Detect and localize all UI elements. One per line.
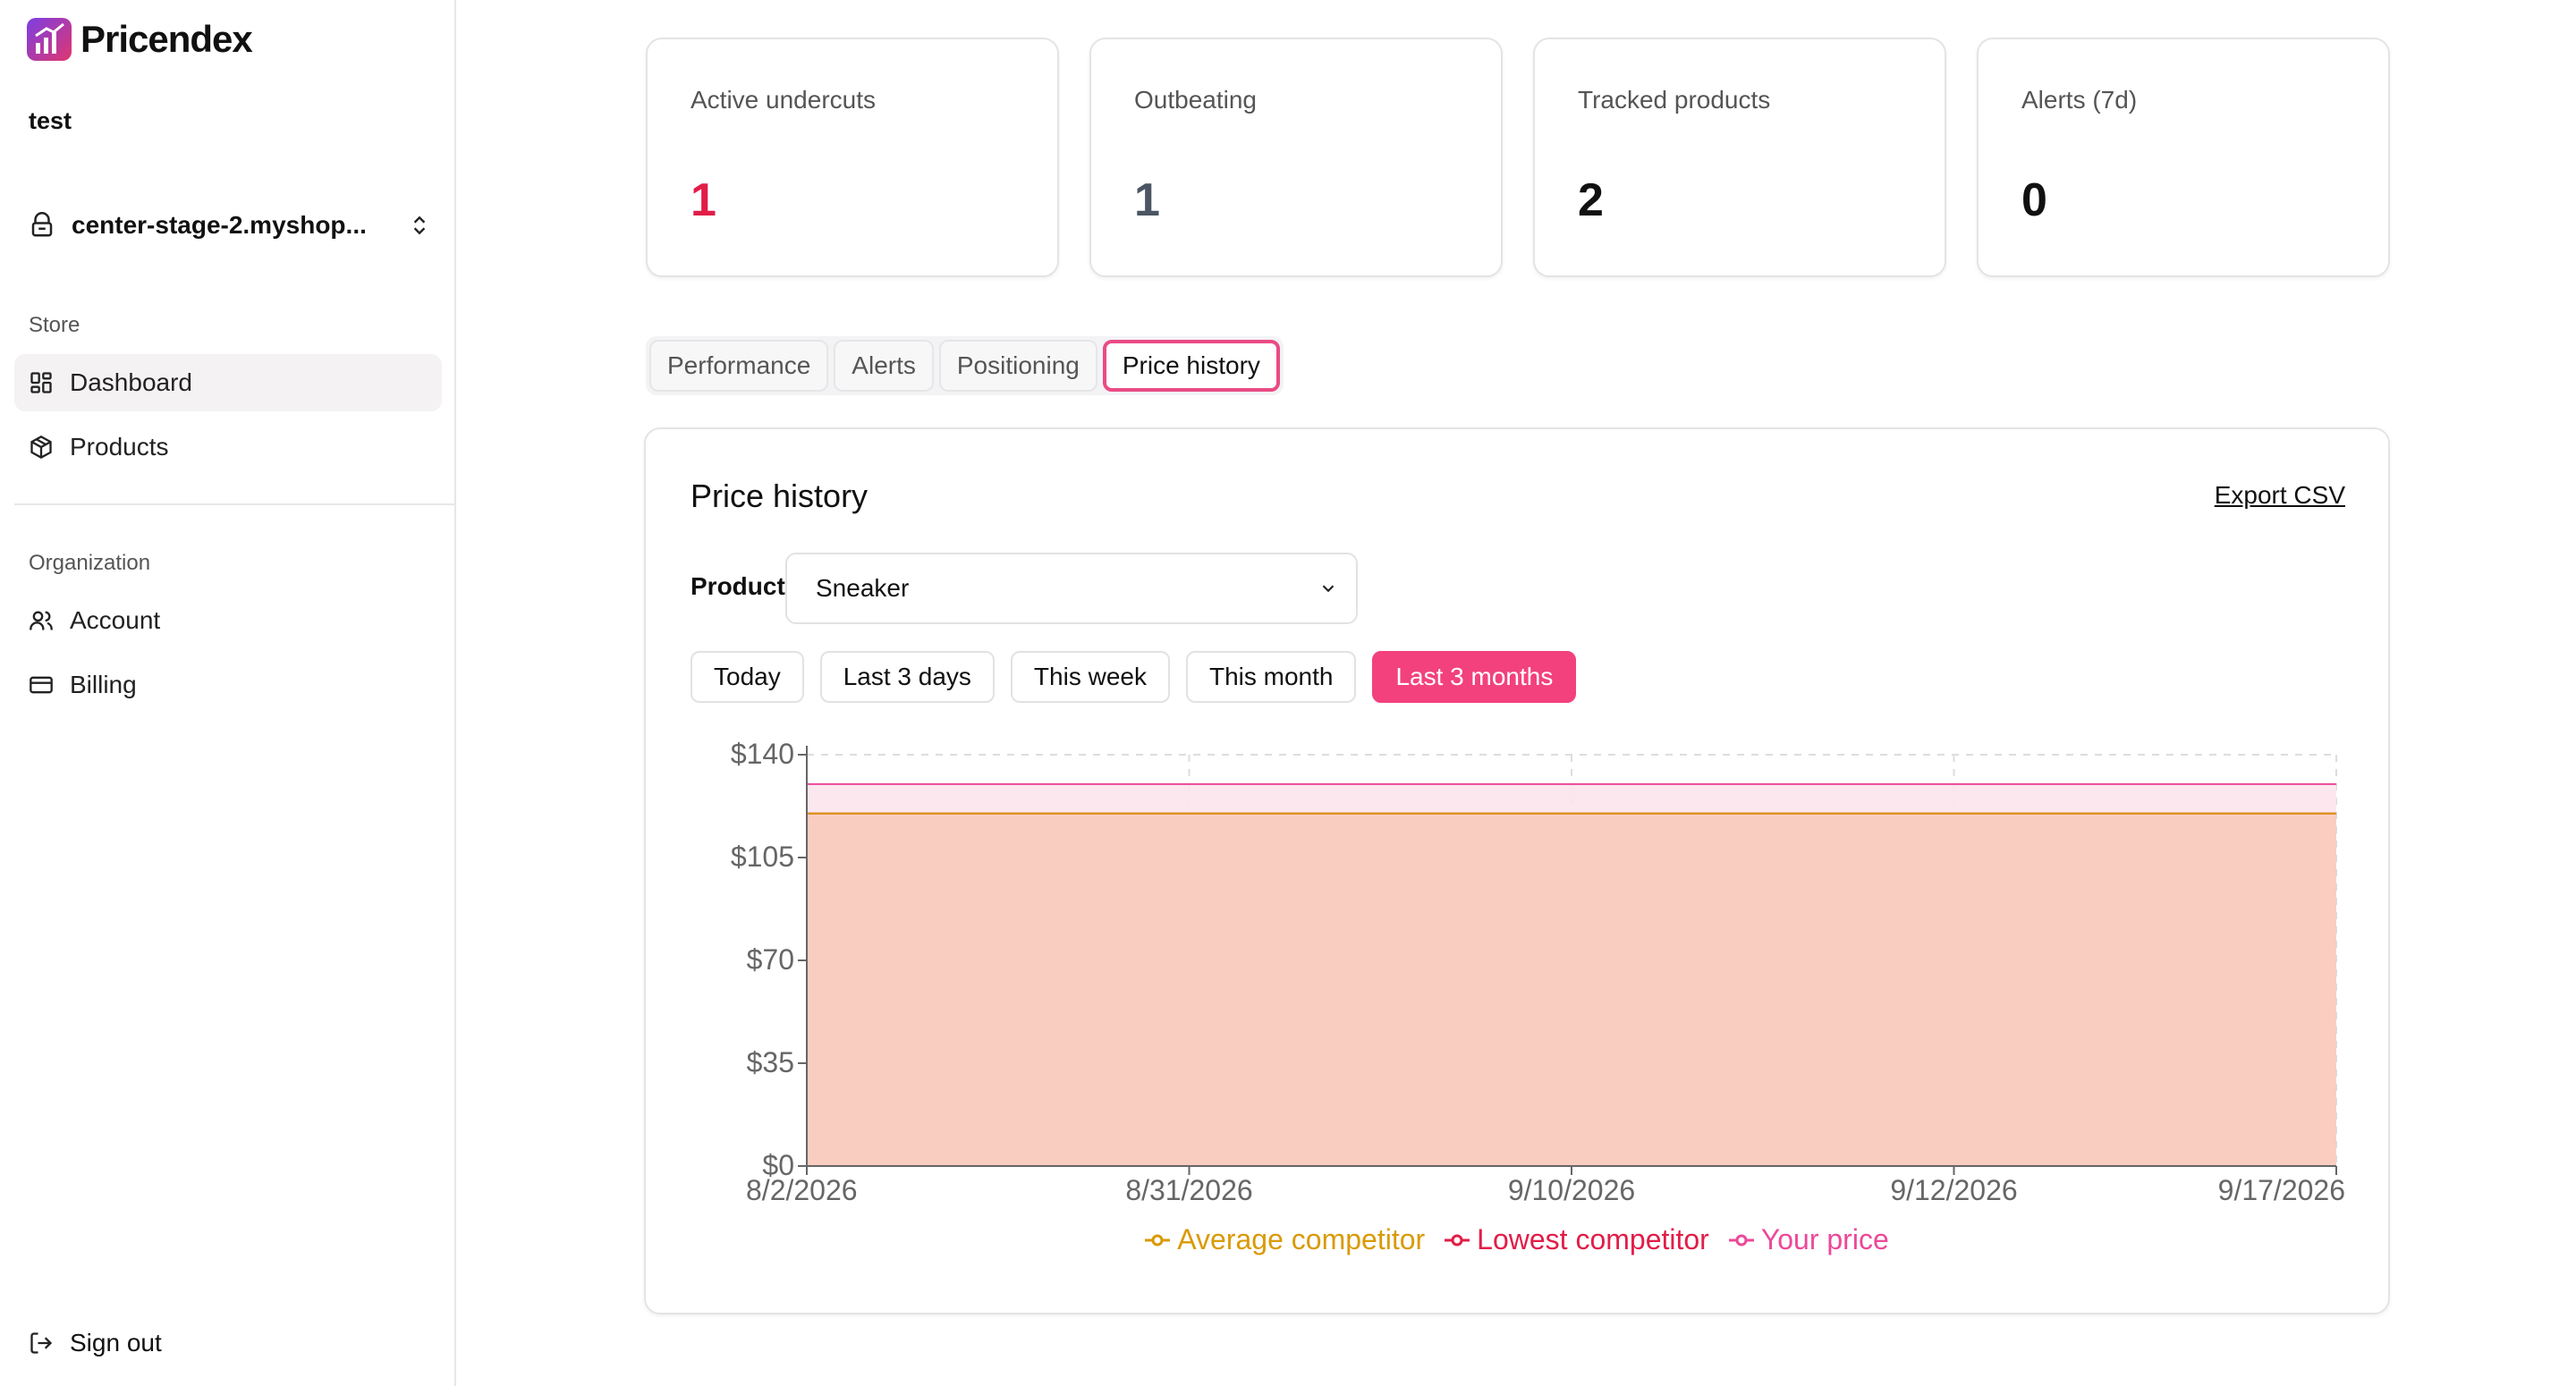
- stat-value: 1: [691, 174, 716, 226]
- store-name: center-stage-2.myshop...: [72, 211, 367, 239]
- logo-icon: [27, 18, 72, 61]
- store-lock-icon: [29, 212, 55, 239]
- price-history-chart: $0$35$70$105$1408/2/2026 8/31/2026 9/10/20…: [731, 738, 2345, 1206]
- organization-section-label: Organization: [29, 551, 151, 575]
- stat-card-alerts-7d: Alerts (7d) 0: [1977, 38, 2390, 277]
- legend-marker-icon: [1728, 1233, 1754, 1247]
- logo[interactable]: Pricendex: [27, 18, 253, 61]
- store-switcher[interactable]: center-stage-2.myshop...: [29, 206, 431, 245]
- stat-value: 0: [2021, 174, 2047, 226]
- x-tick-label: 8/2/2026: [746, 1174, 858, 1206]
- dashboard-tabs: Performance Alerts Positioning Price his…: [646, 336, 1284, 395]
- log-out-icon: [29, 1331, 54, 1356]
- stat-label: Outbeating: [1134, 86, 1257, 114]
- tab-price-history[interactable]: Price history: [1102, 340, 1280, 392]
- stat-label: Active undercuts: [691, 86, 876, 114]
- tab-positioning[interactable]: Positioning: [938, 340, 1097, 392]
- store-section-label: Store: [29, 313, 80, 337]
- legend-marker-icon: [1145, 1233, 1171, 1247]
- sidebar-item-products[interactable]: Products: [14, 418, 442, 476]
- sidebar-item-dashboard[interactable]: Dashboard: [14, 354, 442, 411]
- legend-marker-icon: [1445, 1233, 1470, 1247]
- y-tick-label: $140: [731, 738, 794, 770]
- legend-label: Average competitor: [1177, 1223, 1426, 1255]
- users-icon: [29, 608, 54, 633]
- sign-out-label: Sign out: [70, 1329, 162, 1356]
- app-name: Pricendex: [80, 18, 253, 60]
- sidebar: Pricendex test center-stage-2.myshop... …: [0, 0, 456, 1386]
- credit-card-icon: [29, 672, 54, 697]
- sidebar-item-label: Dashboard: [70, 368, 192, 396]
- legend-lowest-competitor[interactable]: Lowest competitor: [1445, 1223, 1709, 1256]
- package-icon: [29, 435, 54, 460]
- y-tick-label: $70: [747, 943, 794, 976]
- sidebar-item-billing[interactable]: Billing: [14, 656, 442, 714]
- sidebar-item-label: Billing: [70, 671, 137, 698]
- legend-label: Your price: [1760, 1223, 1889, 1255]
- stat-card-outbeating: Outbeating 1: [1089, 38, 1503, 277]
- stat-card-active-undercuts: Active undercuts 1: [646, 38, 1059, 277]
- x-tick-label: 8/31/2026: [1125, 1174, 1252, 1206]
- sidebar-divider: [14, 503, 456, 505]
- legend-label: Lowest competitor: [1477, 1223, 1709, 1255]
- legend-your-price[interactable]: Your price: [1728, 1223, 1889, 1256]
- chart-legend: Average competitor Lowest competitor You…: [646, 1223, 2388, 1256]
- stat-value: 2: [1578, 174, 1604, 226]
- stat-card-tracked-products: Tracked products 2: [1533, 38, 1946, 277]
- stat-value: 1: [1134, 174, 1160, 226]
- dashboard-icon: [29, 370, 54, 395]
- sidebar-item-label: Account: [70, 606, 161, 634]
- x-tick-label: 9/12/2026: [1890, 1174, 2017, 1206]
- sign-out-button[interactable]: Sign out: [14, 1314, 442, 1372]
- tab-performance[interactable]: Performance: [649, 340, 829, 392]
- x-tick-label: 9/10/2026: [1508, 1174, 1635, 1206]
- y-tick-label: $35: [747, 1046, 794, 1078]
- price-history-panel: Price history Export CSV Product Sneaker…: [644, 427, 2390, 1314]
- chevron-up-down-icon: [408, 212, 431, 239]
- stat-label: Alerts (7d): [2021, 86, 2138, 114]
- area-average-competitor: [807, 813, 2336, 1166]
- sidebar-item-label: Products: [70, 433, 169, 461]
- x-tick-label: 9/17/2026: [2218, 1174, 2345, 1206]
- stat-label: Tracked products: [1578, 86, 1771, 114]
- legend-average-competitor[interactable]: Average competitor: [1145, 1223, 1425, 1256]
- sidebar-item-account[interactable]: Account: [14, 592, 442, 649]
- org-name: test: [29, 107, 72, 134]
- y-tick-label: $105: [731, 841, 794, 873]
- tab-alerts[interactable]: Alerts: [834, 340, 934, 392]
